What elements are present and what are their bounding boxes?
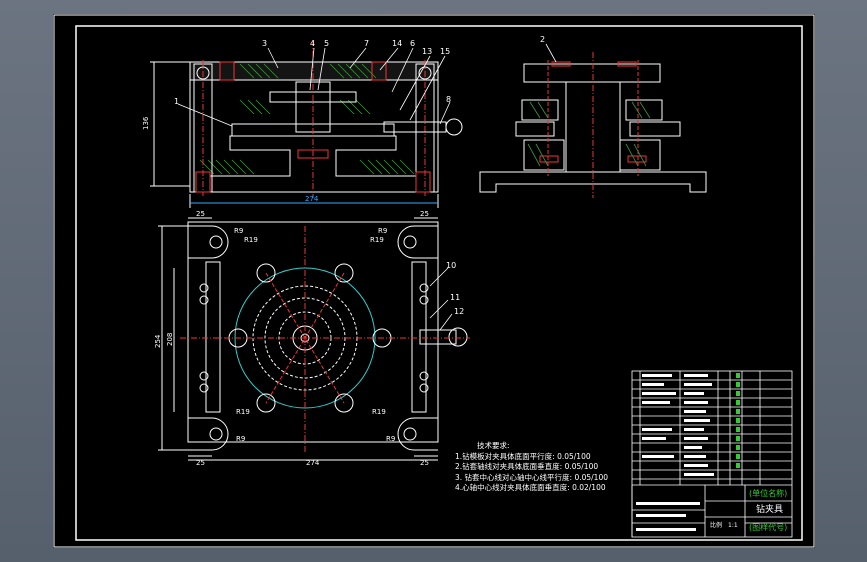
callout-1: 1 [174,97,179,106]
title-scale-value: 1:1 [728,522,738,529]
cad-viewport: 3 4 5 7 14 6 13 15 8 1 136 274 2 10 11 1… [0,0,867,562]
callout-5: 5 [324,39,329,48]
dim-plan-bottom-right: 25 [420,459,429,467]
dim-r19-right: R19 [370,236,384,244]
inner-frame [75,25,803,541]
dim-front-height: 136 [142,116,150,130]
callout-7: 7 [364,39,369,48]
callout-11: 11 [450,293,460,302]
dim-r9-bottom-left: R9 [236,435,245,443]
title-drawing-name: 钻夹具 [756,503,783,515]
callout-14: 14 [392,39,402,48]
side-view [479,43,707,198]
tech-note-2: 2.钻套轴线对夹具体底面垂直度: 0.05/100 [455,462,599,471]
dim-front-width: 274 [305,195,319,203]
tech-note-1: 1.钻模板对夹具体底面平行度: 0.05/100 [455,451,591,461]
plan-view [158,217,470,461]
dim-plan-top-right: 25 [420,210,429,218]
technical-requirements: 技术要求: 1.钻模板对夹具体底面平行度: 0.05/100 2.钻套轴线对夹具… [455,441,608,494]
callout-12: 12 [454,307,464,316]
callout-6: 6 [410,39,415,48]
callout-15: 15 [440,47,450,56]
tech-note-3: 3. 钻套中心线对心轴中心线平行度: 0.05/100 [455,472,608,482]
callout-2: 2 [540,35,545,44]
callout-8: 8 [446,95,451,104]
dim-r9-top-right: R9 [378,227,387,235]
dim-plan-height: 254 [154,334,162,348]
front-view [150,40,463,208]
dim-r9-bottom-right: R9 [386,435,395,443]
callout-4: 4 [310,39,315,48]
tech-note-4: 4.心轴中心线对夹具体底面垂直度: 0.02/100 [455,483,606,492]
front-callout-leaders [177,47,451,127]
dim-r19-bottom-right: R19 [372,408,386,416]
drawing-canvas: 3 4 5 7 14 6 13 15 8 1 136 274 2 10 11 1… [53,14,815,548]
dim-plan-bottom-left: 25 [196,459,205,467]
callout-3: 3 [262,39,267,48]
tech-notes-title: 技术要求: [477,441,510,450]
dim-plan-width: 274 [306,459,320,467]
parts-list-text-marks [636,374,714,531]
title-unit-name: (单位名称) [749,488,787,498]
dim-r19-bottom-left: R19 [236,408,250,416]
callout-13: 13 [422,47,432,56]
dim-r9-top-left: R9 [234,227,243,235]
dim-plan-top-left: 25 [196,210,205,218]
title-drawing-code: (图样代号) [749,522,787,532]
title-scale-label: 比例 [710,521,722,529]
dim-plan-inner-height: 208 [166,333,174,346]
callout-10: 10 [446,261,456,270]
parts-list-cell-marks [736,373,740,468]
dim-r19-left: R19 [244,236,258,244]
